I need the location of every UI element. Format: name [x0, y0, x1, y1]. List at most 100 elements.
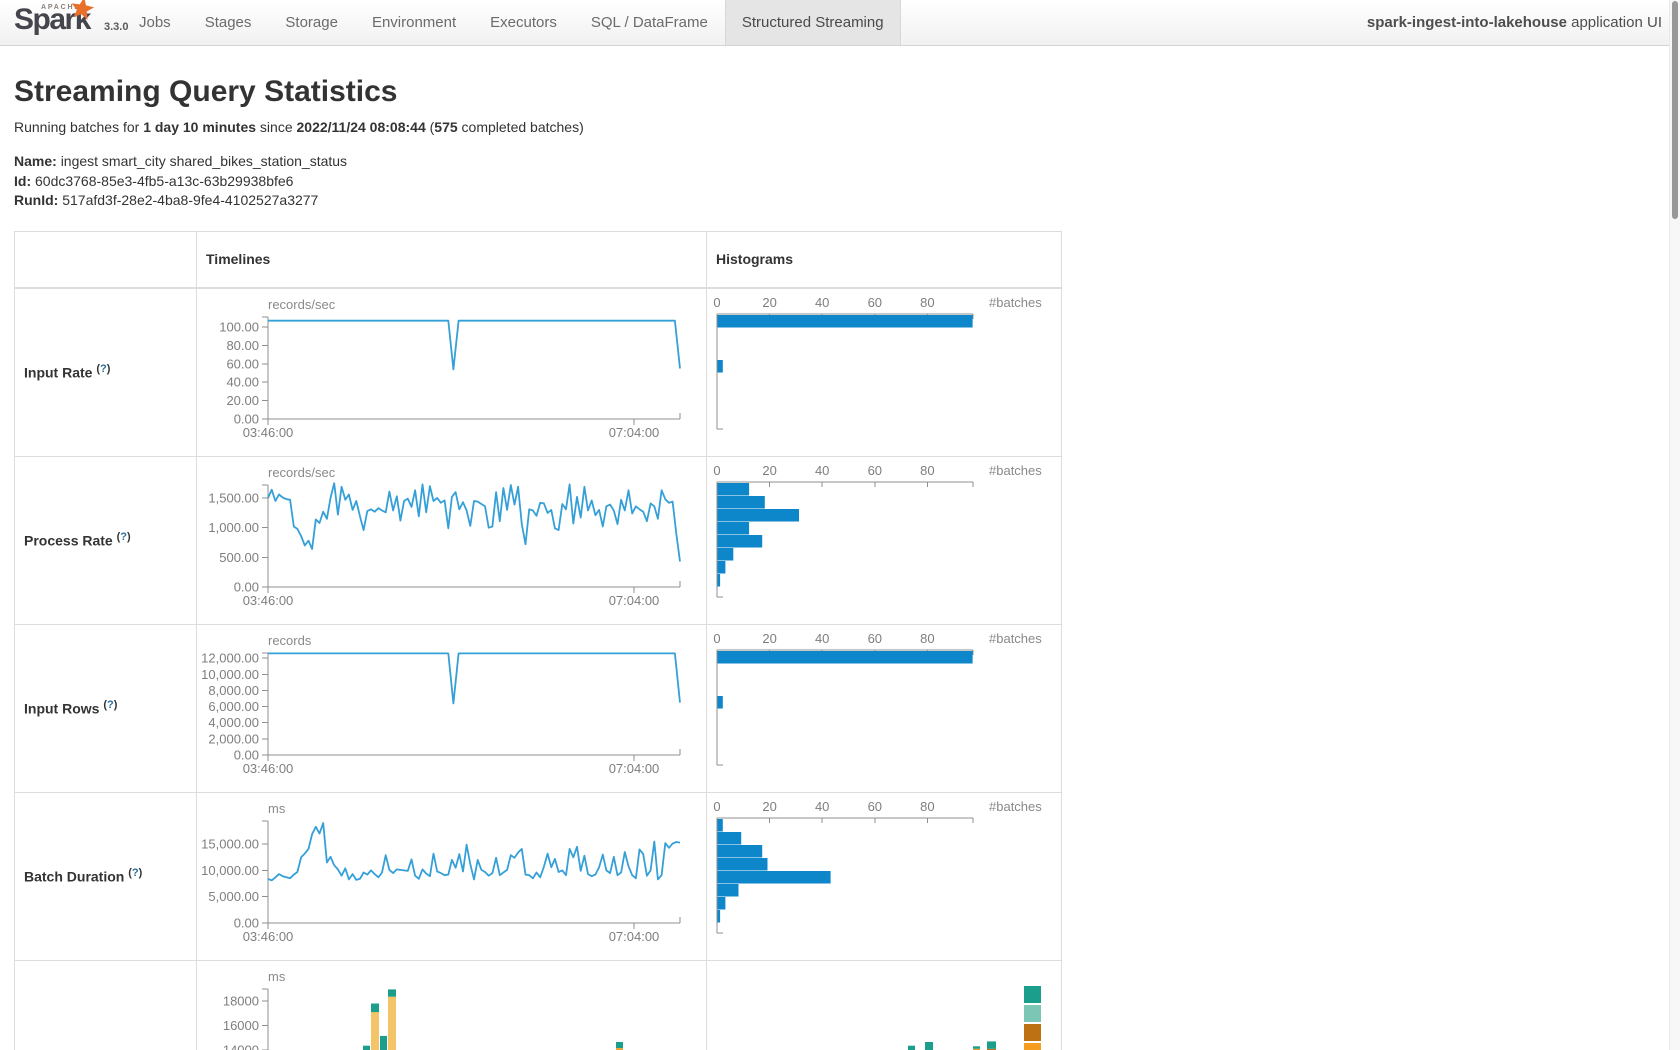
svg-text:07:04:00: 07:04:00: [609, 761, 660, 776]
svg-text:07:04:00: 07:04:00: [609, 425, 660, 440]
svg-text:14000: 14000: [223, 1042, 259, 1050]
query-id-line: Id: 60dc3768-85e3-4fb5-a13c-63b29938bfe6: [14, 172, 1666, 192]
tab-executors: Executors: [473, 0, 574, 45]
histogram-cell-input-rows: #batches020406080: [707, 624, 1062, 792]
histogram-chart-batch-duration: #batches020406080: [707, 793, 1061, 960]
tab-link-storage[interactable]: Storage: [268, 0, 355, 45]
svg-text:60: 60: [868, 631, 882, 646]
timeline-chart-operation-duration: ms 18000 16000 14000: [197, 961, 706, 1050]
svg-text:20: 20: [762, 631, 776, 646]
runid-label: RunId:: [14, 192, 58, 208]
svg-text:40: 40: [815, 295, 829, 310]
svg-text:10,000.00: 10,000.00: [201, 666, 259, 681]
tab-link-executors[interactable]: Executors: [473, 0, 574, 45]
table-header-row: Timelines Histograms: [15, 231, 1062, 288]
stats-row-input-rate: Input Rate (?)records/sec100.0080.0060.0…: [15, 288, 1062, 457]
svg-text:100.00: 100.00: [219, 319, 259, 334]
tab-environment: Environment: [355, 0, 473, 45]
header-empty: [15, 231, 197, 288]
app-title-suffix: application UI: [1567, 14, 1662, 31]
row-label-text: Process Rate: [24, 533, 113, 549]
svg-text:#batches: #batches: [989, 799, 1042, 814]
histogram-cell-input-rate: #batches020406080: [707, 288, 1062, 457]
svg-text:0: 0: [713, 463, 720, 478]
header-timelines: Timelines: [197, 231, 707, 288]
query-runid-line: RunId: 517afd3f-28e2-4ba8-9fe4-4102527a3…: [14, 191, 1666, 211]
row-label-text: Batch Duration: [24, 869, 124, 885]
svg-text:60.00: 60.00: [226, 356, 259, 371]
page-title: Streaming Query Statistics: [14, 75, 1666, 109]
legend-swatch-orange: [1024, 1043, 1041, 1050]
timeline-chart-process-rate: records/sec1,500.001,000.00500.000.0003:…: [197, 457, 706, 624]
svg-text:07:04:00: 07:04:00: [609, 593, 660, 608]
stats-row-process-rate: Process Rate (?)records/sec1,500.001,000…: [15, 456, 1062, 624]
tab-stages: Stages: [188, 0, 269, 45]
svg-text:18000: 18000: [223, 993, 259, 1008]
svg-text:20.00: 20.00: [226, 393, 259, 408]
svg-text:5,000.00: 5,000.00: [208, 889, 259, 904]
row-label-input-rows: Input Rows (?): [15, 624, 197, 792]
svg-text:ms: ms: [268, 969, 286, 984]
help-tooltip-input-rate[interactable]: (?): [96, 363, 110, 375]
help-tooltip-process-rate[interactable]: (?): [117, 531, 131, 543]
stats-row-batch-duration: Batch Duration (?) ms 15,000.00 10,000.00 5,…: [15, 792, 1062, 960]
row-label-process-rate: Process Rate (?): [15, 456, 197, 624]
row-label-input-rate: Input Rate (?): [15, 288, 197, 457]
svg-text:03:46:00: 03:46:00: [243, 761, 294, 776]
tab-link-sql-dataframe[interactable]: SQL / DataFrame: [574, 0, 725, 45]
header-histograms: Histograms: [707, 231, 1062, 288]
tab-link-environment[interactable]: Environment: [355, 0, 473, 45]
svg-text:8,000.00: 8,000.00: [208, 683, 259, 698]
tab-link-jobs[interactable]: Jobs: [122, 0, 188, 45]
scrollbar-thumb[interactable]: [1672, 1, 1678, 219]
svg-text:4,000.00: 4,000.00: [208, 715, 259, 730]
timeline-cell-process-rate: records/sec1,500.001,000.00500.000.0003:…: [197, 456, 707, 624]
tab-link-structured-streaming[interactable]: Structured Streaming: [725, 0, 901, 45]
timeline-chart-input-rows: records12,000.0010,000.008,000.006,000.0…: [197, 625, 706, 792]
help-tooltip-input-rows[interactable]: (?): [103, 699, 117, 711]
svg-text:16000: 16000: [223, 1018, 259, 1033]
svg-text:80: 80: [920, 799, 934, 814]
svg-text:60: 60: [868, 295, 882, 310]
stats-row-operation-duration: ms 18000 16000 14000: [15, 960, 1062, 1050]
timeline-chart-input-rate: records/sec100.0080.0060.0040.0020.000.0…: [197, 289, 706, 456]
spark-star-icon: [67, 0, 97, 25]
svg-text:6,000.00: 6,000.00: [208, 699, 259, 714]
svg-text:03:46:00: 03:46:00: [243, 593, 294, 608]
svg-text:40.00: 40.00: [226, 374, 259, 389]
name-label: Name:: [14, 153, 57, 169]
svg-text:15,000.00: 15,000.00: [201, 836, 259, 851]
nav-tabs: JobsStagesStorageEnvironmentExecutorsSQL…: [122, 0, 901, 45]
svg-text:12,000.00: 12,000.00: [201, 650, 259, 665]
row-label-text: Input Rows: [24, 701, 99, 717]
svg-text:#batches: #batches: [989, 631, 1042, 646]
histogram-chart-process-rate: #batches020406080: [707, 457, 1061, 624]
main-content: Streaming Query Statistics Running batch…: [0, 75, 1680, 1050]
tab-structured-streaming: Structured Streaming: [725, 0, 901, 45]
legend-swatch-darkorange: [1024, 1024, 1041, 1041]
svg-text:records/sec: records/sec: [268, 465, 336, 480]
timeline-cell-input-rate: records/sec100.0080.0060.0040.0020.000.0…: [197, 288, 707, 457]
spark-logo[interactable]: APACHE Spark 3.3.0: [14, 0, 122, 45]
histogram-cell-batch-duration: #batches020406080: [707, 792, 1062, 960]
running-mid: since: [256, 119, 296, 135]
histogram-cell-operation-duration: [707, 960, 1062, 1050]
row-label-batch-duration: Batch Duration (?): [15, 792, 197, 960]
top-navbar: APACHE Spark 3.3.0 JobsStagesStorageEnvi…: [0, 0, 1680, 46]
svg-text:10,000.00: 10,000.00: [201, 862, 259, 877]
running-prefix: Running batches for: [14, 119, 143, 135]
timeline-cell-input-rows: records12,000.0010,000.008,000.006,000.0…: [197, 624, 707, 792]
timeline-cell-batch-duration: ms15,000.0010,000.005,000.000.0003:46:00…: [197, 792, 707, 960]
svg-text:1,500.00: 1,500.00: [208, 490, 259, 505]
help-tooltip-batch-duration[interactable]: (?): [128, 867, 142, 879]
statistics-table: Timelines Histograms Input Rate (?) recor…: [14, 231, 1062, 1050]
svg-text:07:04:00: 07:04:00: [609, 929, 660, 944]
legend-swatch-lightteal: [1024, 1005, 1041, 1022]
svg-text:records/sec: records/sec: [268, 297, 336, 312]
svg-text:40: 40: [815, 799, 829, 814]
page-scrollbar[interactable]: [1669, 0, 1680, 1050]
svg-text:03:46:00: 03:46:00: [243, 425, 294, 440]
svg-text:ms: ms: [268, 801, 286, 816]
tab-link-stages[interactable]: Stages: [188, 0, 269, 45]
svg-text:2,000.00: 2,000.00: [208, 731, 259, 746]
